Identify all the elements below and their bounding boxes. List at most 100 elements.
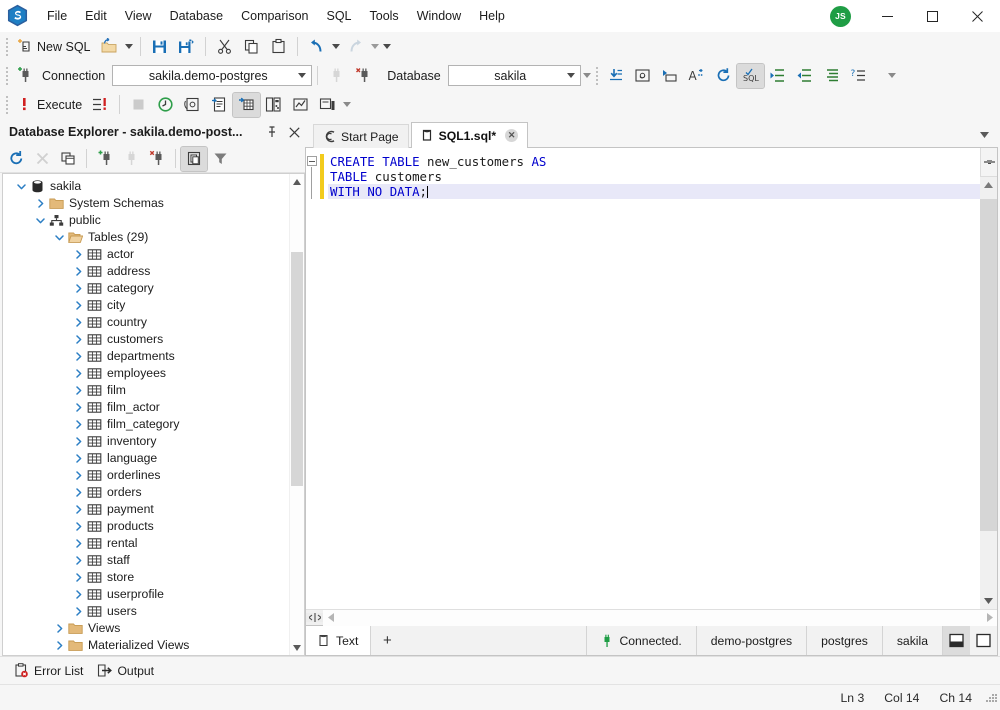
tree-item-userprofile[interactable]: userprofile bbox=[3, 586, 289, 603]
save-button[interactable] bbox=[146, 35, 173, 59]
tree-item-tables-29[interactable]: Tables (29) bbox=[3, 229, 289, 246]
pin-button[interactable] bbox=[261, 121, 283, 143]
tree-expander[interactable] bbox=[70, 382, 86, 399]
results-to-text-button[interactable] bbox=[206, 93, 233, 117]
tree-expander[interactable] bbox=[70, 348, 86, 365]
explorer-scrollbar[interactable] bbox=[289, 174, 304, 655]
editor-scroll-down-button[interactable] bbox=[980, 593, 997, 609]
tree-item-actor[interactable]: actor bbox=[3, 246, 289, 263]
explorer-copy-object-button[interactable] bbox=[180, 145, 208, 172]
explorer-duplicate-button[interactable] bbox=[55, 147, 81, 171]
tab-close-icon[interactable]: ✕ bbox=[505, 129, 519, 142]
editor-scrollbar[interactable] bbox=[980, 148, 997, 609]
execute-to-file-button[interactable] bbox=[602, 64, 629, 88]
paste-button[interactable] bbox=[265, 35, 292, 59]
tree-item-views[interactable]: Views bbox=[3, 620, 289, 637]
tree-item-system-schemas[interactable]: System Schemas bbox=[3, 195, 289, 212]
tree-expander[interactable] bbox=[51, 620, 67, 637]
rename-button[interactable] bbox=[656, 64, 683, 88]
menu-tools[interactable]: Tools bbox=[361, 4, 408, 28]
menu-database[interactable]: Database bbox=[161, 4, 233, 28]
explorer-disconnect-button[interactable] bbox=[144, 147, 170, 171]
tree-item-city[interactable]: city bbox=[3, 297, 289, 314]
copy-button[interactable] bbox=[238, 35, 265, 59]
tree-expander[interactable] bbox=[70, 535, 86, 552]
execute-overflow-button[interactable] bbox=[341, 93, 353, 117]
refresh-button[interactable] bbox=[710, 64, 737, 88]
tree-item-film-category[interactable]: film_category bbox=[3, 416, 289, 433]
tree-expander[interactable] bbox=[70, 416, 86, 433]
execute-button[interactable]: Execute bbox=[11, 93, 87, 117]
tree-expander[interactable] bbox=[70, 331, 86, 348]
undo-dropdown[interactable] bbox=[330, 35, 342, 59]
email-results-button[interactable] bbox=[629, 64, 656, 88]
execute-batch-button[interactable] bbox=[87, 93, 114, 117]
editor-horizontal-scrollbar[interactable] bbox=[323, 609, 997, 626]
layout-split-button[interactable] bbox=[943, 626, 970, 655]
scroll-down-button[interactable] bbox=[290, 640, 304, 655]
explorer-delete-button[interactable] bbox=[29, 147, 55, 171]
tree-item-customers[interactable]: customers bbox=[3, 331, 289, 348]
results-to-grid-button[interactable] bbox=[232, 91, 262, 118]
tree-expander[interactable] bbox=[70, 484, 86, 501]
format-sql-button[interactable]: SQL bbox=[735, 62, 765, 89]
tree-item-sakila[interactable]: sakila bbox=[3, 178, 289, 195]
scrollbar-thumb[interactable] bbox=[291, 252, 303, 486]
toolbar-grip[interactable] bbox=[2, 36, 11, 58]
disconnect-button[interactable] bbox=[350, 64, 377, 88]
results-window-button[interactable] bbox=[314, 93, 341, 117]
connection-toolbar-overflow[interactable] bbox=[886, 64, 898, 88]
tree-expander[interactable] bbox=[70, 263, 86, 280]
execute-to-editor-button[interactable] bbox=[179, 93, 206, 117]
format-case-button[interactable]: A bbox=[683, 64, 710, 88]
tree-item-products[interactable]: products bbox=[3, 518, 289, 535]
maximize-button[interactable] bbox=[910, 0, 955, 32]
tree-item-materialized-views[interactable]: Materialized Views bbox=[3, 637, 289, 654]
tree-item-country[interactable]: country bbox=[3, 314, 289, 331]
stop-button[interactable] bbox=[125, 93, 152, 117]
open-file-button[interactable] bbox=[96, 35, 123, 59]
cut-button[interactable] bbox=[211, 35, 238, 59]
undo-button[interactable] bbox=[303, 35, 330, 59]
results-to-chart-button[interactable] bbox=[287, 93, 314, 117]
tree-expander[interactable] bbox=[32, 212, 48, 229]
tree-item-language[interactable]: language bbox=[3, 450, 289, 467]
tree-item-rental[interactable]: rental bbox=[3, 535, 289, 552]
tree-item-staff[interactable]: staff bbox=[3, 552, 289, 569]
tree-expander[interactable] bbox=[70, 501, 86, 518]
editor-scrollbar-thumb[interactable] bbox=[980, 199, 997, 531]
editor-tab-sql1-sql[interactable]: SQL1.sql* ✕ bbox=[410, 122, 529, 148]
tree-item-category[interactable]: category bbox=[3, 280, 289, 297]
tree-expander[interactable] bbox=[70, 586, 86, 603]
tree-item-employees[interactable]: employees bbox=[3, 365, 289, 382]
redo-button[interactable] bbox=[342, 35, 369, 59]
bottom-tab-error-list[interactable]: Error List bbox=[14, 663, 97, 678]
tab-overflow-button[interactable] bbox=[976, 127, 992, 143]
menu-comparison[interactable]: Comparison bbox=[232, 4, 317, 28]
toolbar-overflow-button[interactable] bbox=[381, 35, 393, 59]
execute-toolbar-grip[interactable] bbox=[2, 94, 11, 116]
avatar[interactable]: JS bbox=[830, 5, 851, 27]
scroll-right-button[interactable] bbox=[982, 610, 997, 625]
tree-item-film-actor[interactable]: film_actor bbox=[3, 399, 289, 416]
explorer-filter-button[interactable] bbox=[207, 147, 233, 171]
code-line[interactable]: TABLE customers bbox=[328, 169, 980, 184]
sql-tools-grip[interactable] bbox=[593, 65, 602, 87]
explorer-refresh-button[interactable] bbox=[3, 147, 29, 171]
tree-item-orders[interactable]: orders bbox=[3, 484, 289, 501]
tree-item-address[interactable]: address bbox=[3, 263, 289, 280]
horizontal-split-button[interactable] bbox=[306, 613, 323, 622]
explorer-connect-button[interactable] bbox=[118, 147, 144, 171]
tree-item-orderlines[interactable]: orderlines bbox=[3, 467, 289, 484]
tree-expander[interactable] bbox=[32, 195, 48, 212]
fold-toggle[interactable] bbox=[307, 156, 317, 166]
tree-expander[interactable] bbox=[70, 603, 86, 620]
code-line[interactable]: CREATE TABLE new_customers AS bbox=[328, 154, 980, 169]
tree-expander[interactable] bbox=[70, 314, 86, 331]
explorer-close-button[interactable] bbox=[283, 121, 305, 143]
menu-edit[interactable]: Edit bbox=[76, 4, 116, 28]
menu-file[interactable]: File bbox=[38, 4, 76, 28]
layout-full-button[interactable] bbox=[970, 626, 997, 655]
editor-tab-start-page[interactable]: Start Page bbox=[313, 124, 409, 148]
menu-help[interactable]: Help bbox=[470, 4, 514, 28]
